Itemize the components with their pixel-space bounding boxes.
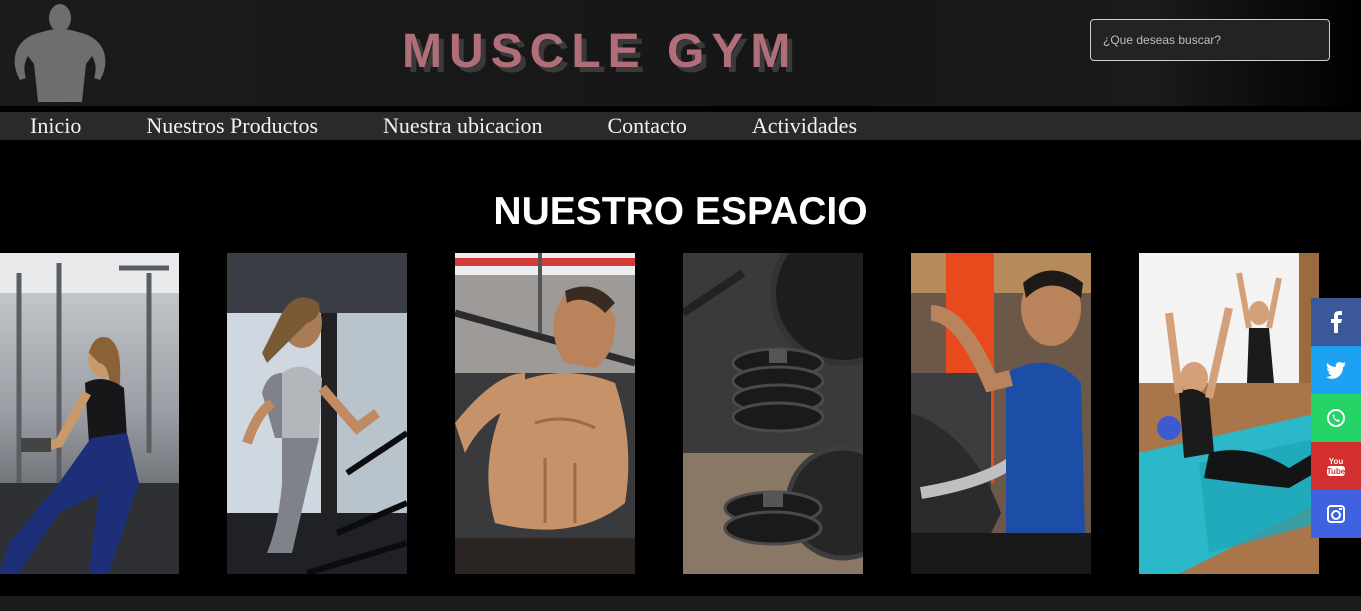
nav-item-contacto[interactable]: Contacto	[607, 112, 686, 140]
site-header: MUSCLE GYM	[0, 0, 1361, 106]
photo-gallery	[0, 253, 1361, 574]
twitter-icon[interactable]	[1311, 346, 1361, 394]
svg-text:Tube: Tube	[1327, 467, 1346, 476]
youtube-icon[interactable]: You Tube	[1311, 442, 1361, 490]
nav-item-actividades[interactable]: Actividades	[752, 112, 857, 140]
footer-strip	[0, 596, 1361, 611]
nav-item-productos[interactable]: Nuestros Productos	[146, 112, 318, 140]
gallery-photo-chest-machine[interactable]	[911, 253, 1091, 574]
bodybuilder-logo-icon[interactable]	[12, 2, 108, 102]
gallery-photo-pulldown[interactable]	[455, 253, 635, 574]
nav-item-ubicacion[interactable]: Nuestra ubicacion	[383, 112, 542, 140]
instagram-icon[interactable]	[1311, 490, 1361, 538]
svg-text:You: You	[1329, 457, 1344, 466]
gallery-photo-plates[interactable]	[683, 253, 863, 574]
whatsapp-icon[interactable]	[1311, 394, 1361, 442]
main-nav: Inicio Nuestros Productos Nuestra ubicac…	[0, 112, 1361, 140]
gallery-photo-treadmill[interactable]	[227, 253, 407, 574]
social-sidebar: You Tube	[1311, 298, 1361, 538]
search-input[interactable]	[1090, 19, 1330, 61]
gallery-photo-pilates[interactable]	[1139, 253, 1319, 574]
site-title: MUSCLE GYM	[402, 25, 798, 78]
gallery-photo-rowing[interactable]	[0, 253, 179, 574]
section-title: NUESTRO ESPACIO	[493, 190, 868, 233]
facebook-icon[interactable]	[1311, 298, 1361, 346]
nav-item-inicio[interactable]: Inicio	[30, 112, 81, 140]
